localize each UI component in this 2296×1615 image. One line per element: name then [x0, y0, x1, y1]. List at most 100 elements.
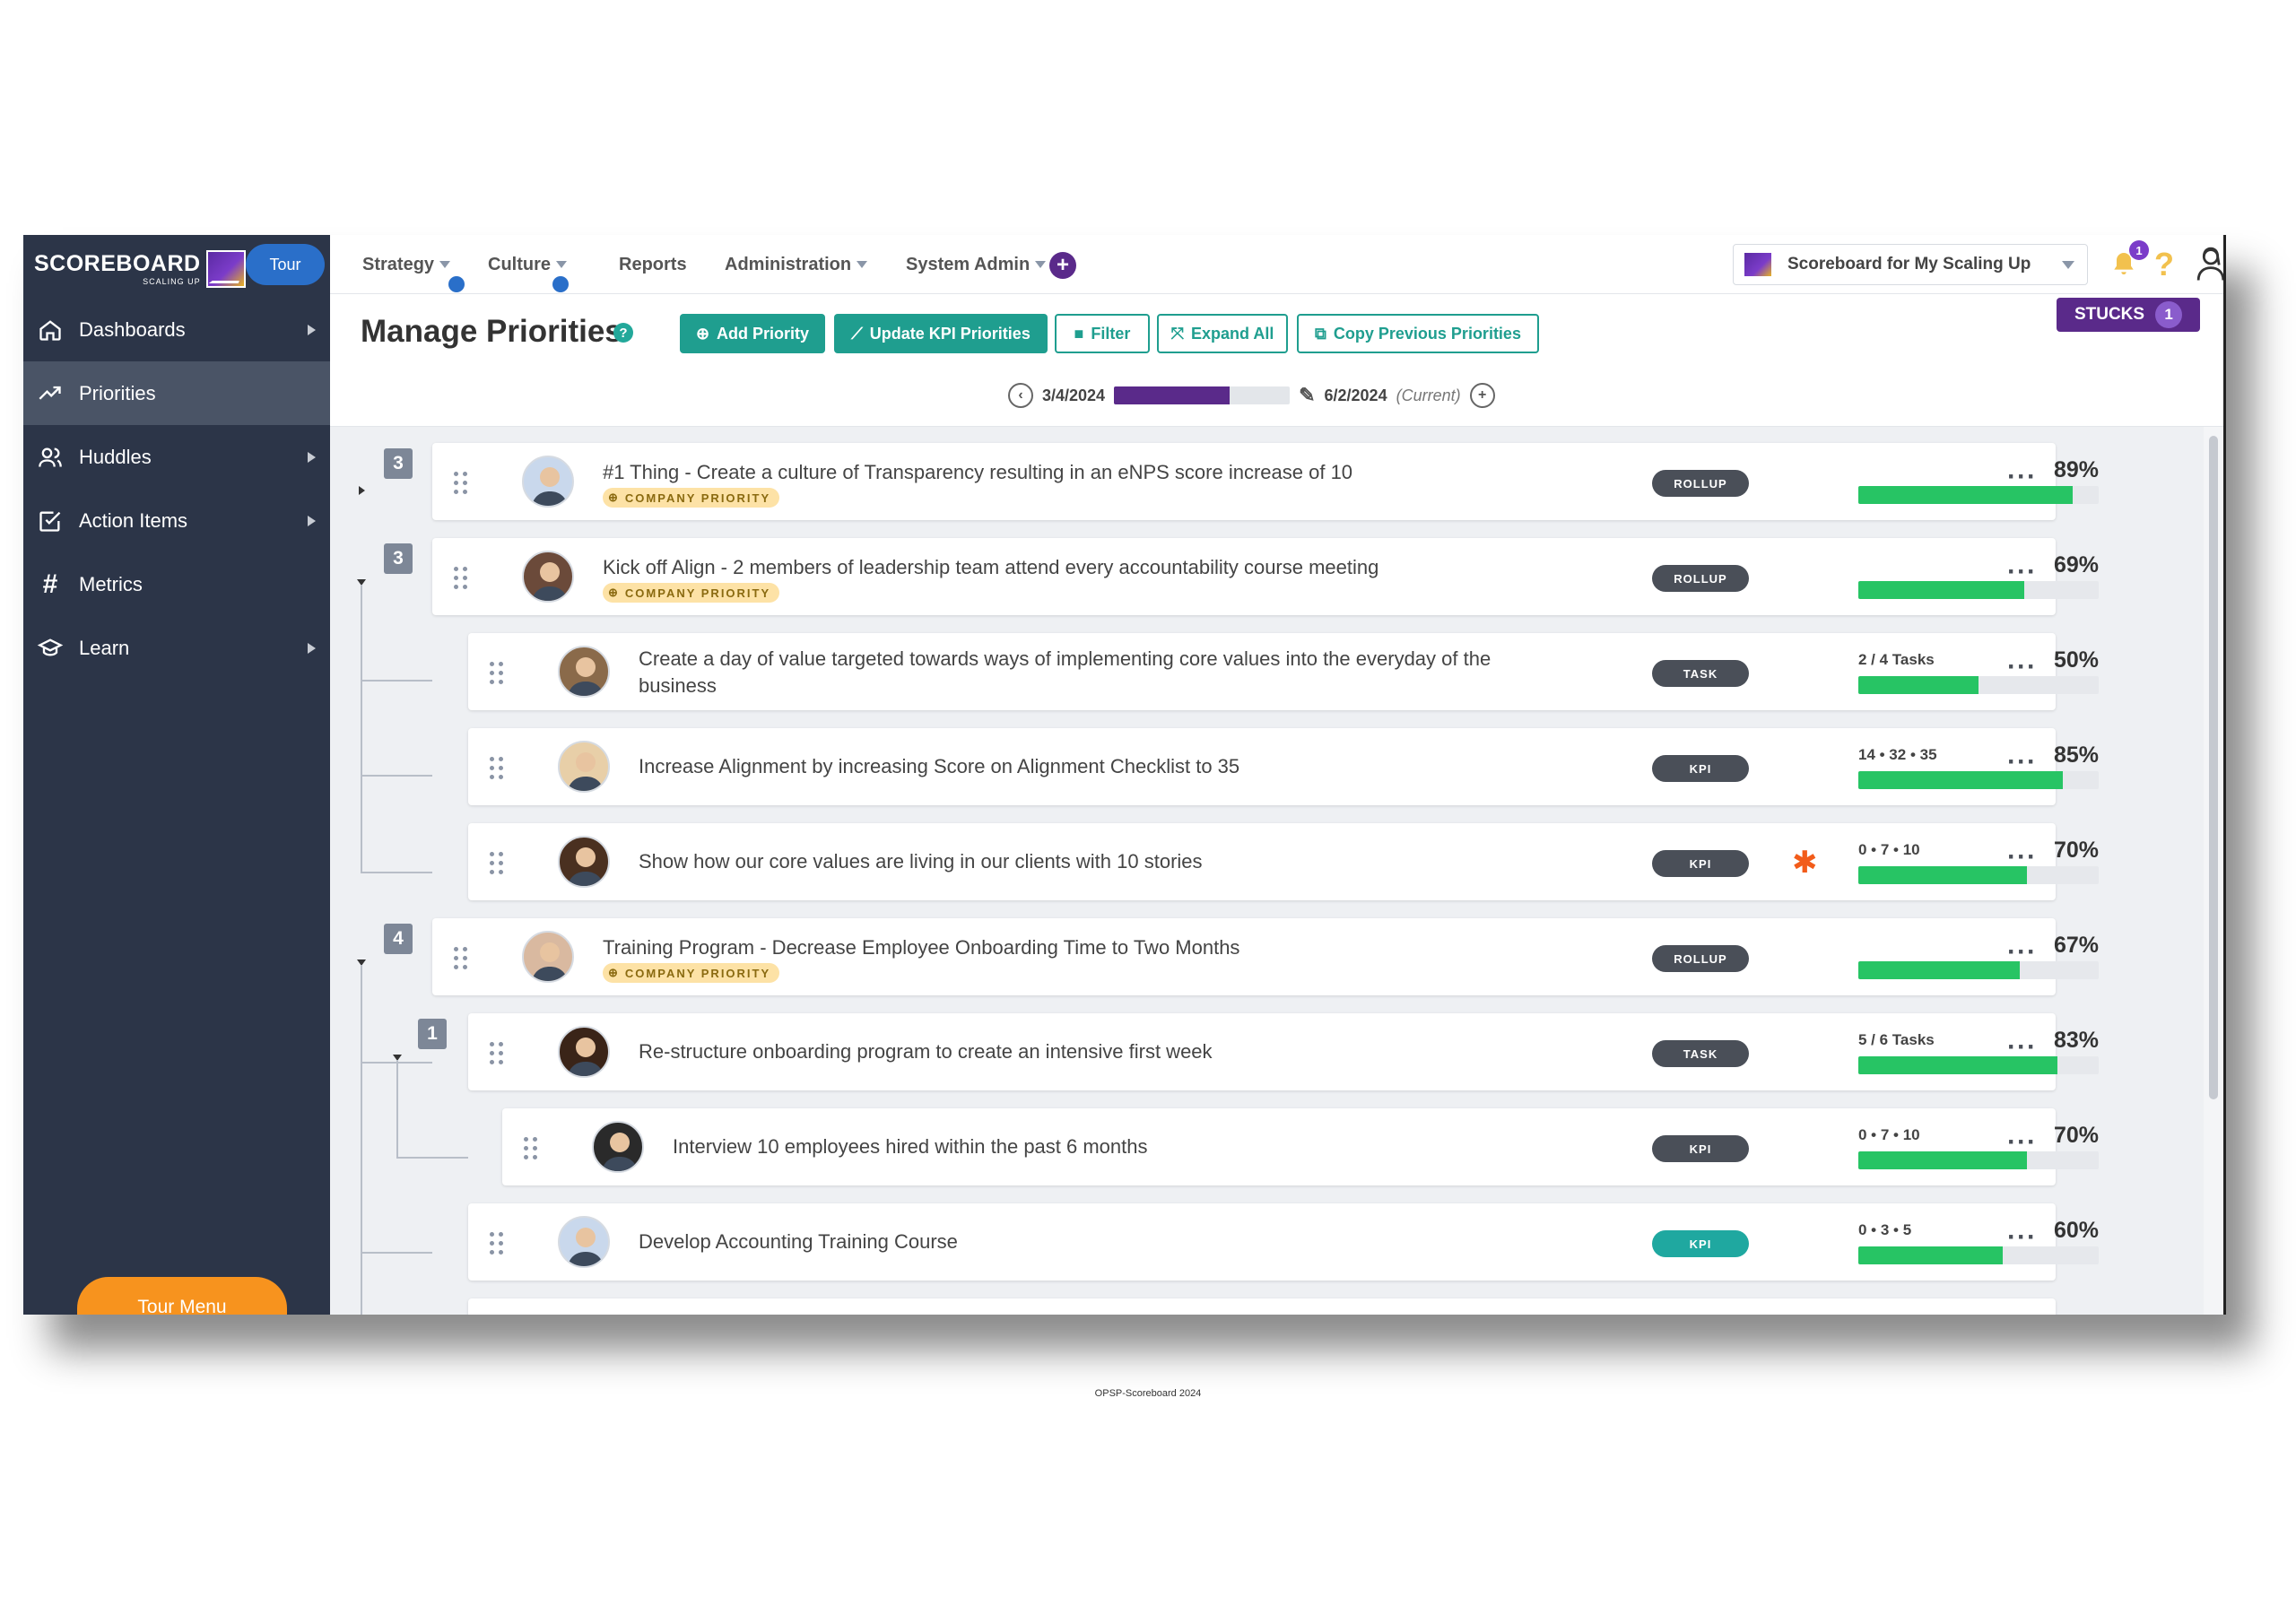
drag-handle-icon[interactable]	[490, 662, 504, 685]
tour-button[interactable]: Tour	[246, 244, 325, 285]
priority-title[interactable]: Interview 10 employees hired within the …	[673, 1133, 1550, 1160]
owner-avatar[interactable]	[522, 551, 574, 603]
button-label: Copy Previous Priorities	[1333, 324, 1521, 343]
more-options-icon[interactable]: ···	[2007, 749, 2037, 776]
previous-period-icon[interactable]: ‹	[1008, 383, 1033, 408]
company-priority-label: COMPANY PRIORITY	[624, 586, 771, 600]
sidebar-item-metrics[interactable]: # Metrics	[23, 552, 330, 616]
drag-handle-icon[interactable]	[490, 1232, 504, 1255]
copy-previous-priorities-button[interactable]: ⧉ Copy Previous Priorities	[1297, 314, 1539, 353]
more-options-icon[interactable]: ···	[2007, 1034, 2037, 1061]
scoreboard-logo[interactable]: SCOREBOARD SCALING UP	[34, 246, 246, 292]
drag-handle-icon[interactable]	[490, 1042, 504, 1065]
nav-culture[interactable]: Culture	[488, 235, 569, 294]
stucks-button[interactable]: STUCKS 1	[2057, 298, 2200, 332]
priority-title[interactable]: Develop Accounting Training Course	[639, 1229, 1550, 1255]
stuck-flag-icon[interactable]: ✱	[1792, 845, 1818, 881]
scrollbar-thumb[interactable]	[2209, 436, 2218, 1099]
expand-icon: ⤧	[1170, 324, 1185, 343]
owner-avatar[interactable]	[522, 456, 574, 508]
nav-administration[interactable]: Administration	[725, 235, 868, 294]
add-priority-button[interactable]: ⊕ Add Priority	[680, 314, 825, 353]
drag-handle-icon[interactable]	[490, 757, 504, 780]
period-selector: ‹ 3/4/2024 ✎ 6/2/2024 (Current) +	[1008, 380, 1495, 411]
drag-handle-icon[interactable]	[524, 1137, 538, 1160]
more-options-icon[interactable]: ···	[2007, 654, 2037, 681]
priority-row[interactable]: Show how our core values are living in o…	[468, 823, 2099, 900]
expand-arrow-icon[interactable]	[359, 486, 365, 495]
group-count-badge[interactable]: 3	[384, 543, 413, 574]
group-count-badge[interactable]: 3	[384, 448, 413, 479]
priority-row[interactable]: Create a day of value targeted towards w…	[468, 633, 2099, 710]
priority-title[interactable]: Increase Alignment by increasing Score o…	[639, 753, 1550, 780]
group-count-badge[interactable]: 4	[384, 924, 413, 954]
drag-handle-icon[interactable]	[454, 472, 468, 495]
more-options-icon[interactable]: ···	[2007, 844, 2037, 871]
drag-handle-icon[interactable]	[454, 947, 468, 970]
priority-row[interactable]: Training Program - Decrease Employee Onb…	[432, 918, 2099, 995]
more-options-icon[interactable]: ···	[2007, 464, 2037, 491]
filter-button[interactable]: ■ Filter	[1055, 314, 1150, 353]
help-icon[interactable]: ?	[2154, 246, 2174, 283]
priority-title[interactable]: Create a day of value targeted towards w…	[639, 646, 1550, 699]
progress-bar	[1858, 866, 2099, 884]
nav-reports[interactable]: Reports	[619, 235, 687, 294]
organization-select[interactable]: Scoreboard for My Scaling Up	[1733, 244, 2088, 285]
more-options-icon[interactable]: ···	[2007, 1129, 2037, 1156]
priority-title[interactable]: Show how our core values are living in o…	[639, 848, 1550, 875]
drag-handle-icon[interactable]	[490, 852, 504, 875]
sidebar-item-label: Action Items	[79, 508, 188, 532]
priority-title[interactable]: Training Program - Decrease Employee Onb…	[603, 934, 1550, 961]
owner-avatar[interactable]	[558, 741, 610, 793]
tour-menu-button[interactable]: Tour Menu	[77, 1277, 287, 1315]
tour-hotspot-dot[interactable]	[552, 276, 569, 292]
more-options-icon[interactable]: ···	[2007, 939, 2037, 966]
priority-row[interactable]: Kick off Align - 2 members of leadership…	[432, 538, 2099, 615]
priority-row[interactable]: #1 Thing - Create a culture of Transpare…	[432, 443, 2099, 520]
owner-avatar[interactable]	[522, 931, 574, 983]
priority-row[interactable]: Interview 10 employees hired within the …	[502, 1108, 2099, 1185]
priority-title[interactable]: #1 Thing - Create a culture of Transpare…	[603, 459, 1550, 486]
progress-bar	[1858, 771, 2099, 789]
sidebar-item-huddles[interactable]: Huddles	[23, 425, 330, 489]
priority-title[interactable]: Re-structure onboarding program to creat…	[639, 1038, 1550, 1065]
nav-strategy[interactable]: Strategy	[362, 235, 465, 294]
edit-icon[interactable]: ✎	[1299, 384, 1315, 407]
nav-label: Culture	[488, 254, 551, 274]
priority-row[interactable]	[468, 1298, 2056, 1315]
metric-value: 5 / 6 Tasks	[1858, 1031, 1935, 1048]
owner-avatar[interactable]	[558, 836, 610, 888]
more-options-icon[interactable]: ···	[2007, 1224, 2037, 1251]
owner-avatar[interactable]	[558, 1216, 610, 1268]
sidebar-item-action-items[interactable]: Action Items	[23, 489, 330, 552]
globe-icon: ⊕	[608, 586, 620, 599]
update-kpi-priorities-button[interactable]: ⟋ Update KPI Priorities	[834, 314, 1048, 353]
priority-row[interactable]: Re-structure onboarding program to creat…	[468, 1013, 2099, 1090]
nav-system-admin[interactable]: System Admin	[906, 235, 1047, 294]
owner-avatar[interactable]	[592, 1121, 644, 1173]
drag-handle-icon[interactable]	[454, 567, 468, 590]
chevron-right-icon	[308, 642, 316, 654]
owner-avatar[interactable]	[558, 646, 610, 698]
owner-avatar[interactable]	[558, 1026, 610, 1078]
progress-bar	[1858, 581, 2099, 599]
add-period-icon[interactable]: +	[1469, 383, 1495, 408]
sidebar-item-learn[interactable]: Learn	[23, 616, 330, 680]
priority-title[interactable]: Kick off Align - 2 members of leadership…	[603, 554, 1550, 581]
metric-value: 2 / 4 Tasks	[1858, 651, 1935, 668]
vertical-scrollbar[interactable]	[2204, 427, 2223, 1315]
sidebar-item-dashboards[interactable]: Dashboards	[23, 298, 330, 361]
user-avatar-icon[interactable]	[2194, 246, 2226, 282]
group-count-badge[interactable]: 1	[418, 1019, 447, 1049]
home-icon	[36, 316, 65, 344]
priority-row[interactable]: Develop Accounting Training Course KPI 0 •…	[468, 1203, 2099, 1281]
expand-all-button[interactable]: ⤧ Expand All	[1157, 314, 1288, 353]
more-options-icon[interactable]: ···	[2007, 559, 2037, 586]
logo-mark-icon	[205, 250, 246, 288]
tour-hotspot-dot[interactable]	[448, 276, 465, 292]
add-icon[interactable]: +	[1049, 252, 1076, 279]
sidebar-item-priorities[interactable]: Priorities	[23, 361, 330, 425]
priority-row[interactable]: Increase Alignment by increasing Score o…	[468, 728, 2099, 805]
period-progress-bar	[1114, 386, 1291, 404]
help-circle-icon[interactable]: ?	[613, 323, 633, 343]
